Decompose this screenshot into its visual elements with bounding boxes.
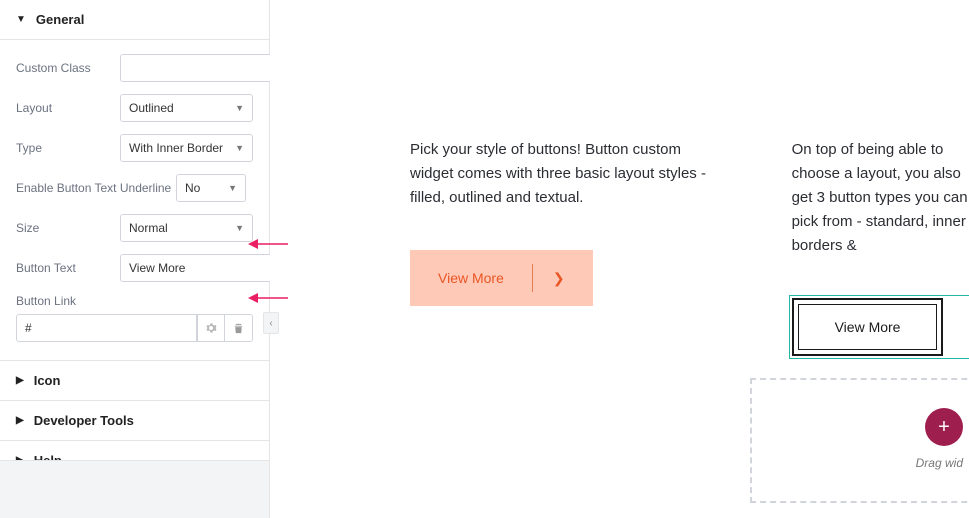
chevron-right-icon: ▶	[16, 415, 24, 426]
sidebar-footer	[0, 460, 269, 518]
chevron-left-icon: ‹	[269, 318, 272, 329]
label-size: Size	[16, 221, 120, 235]
button-preview-filled[interactable]: View More ❯	[410, 250, 593, 306]
preview-column-2: On top of being able to choose a layout,…	[792, 138, 969, 356]
chevron-right-icon: ▶	[16, 375, 24, 386]
general-panel: Custom Class Layout Outlined ▼ Type	[0, 40, 269, 360]
select-layout[interactable]: Outlined ▼	[120, 94, 253, 122]
accordion-developer-tools[interactable]: ▶ Developer Tools	[0, 401, 269, 441]
field-layout: Layout Outlined ▼	[16, 94, 253, 122]
divider	[532, 264, 533, 292]
chevron-down-icon: ▼	[16, 14, 26, 25]
collapse-sidebar-button[interactable]: ‹	[263, 312, 279, 334]
chevron-down-icon: ▼	[228, 183, 237, 193]
button-preview-outlined[interactable]: View More	[792, 298, 944, 356]
field-type: Type With Inner Border ▼	[16, 134, 253, 162]
accordion-label: Icon	[34, 373, 61, 388]
field-button-text: Button Text	[16, 254, 253, 282]
chevron-down-icon: ▼	[235, 223, 244, 233]
field-custom-class: Custom Class	[16, 54, 253, 82]
preview-column-1: Pick your style of buttons! Button custo…	[410, 138, 712, 356]
reset-icon[interactable]	[225, 314, 253, 342]
accordion-label: Developer Tools	[34, 413, 134, 428]
label-custom-class: Custom Class	[16, 61, 120, 75]
label-layout: Layout	[16, 101, 120, 115]
chevron-down-icon: ▼	[235, 103, 244, 113]
input-button-text[interactable]	[120, 254, 292, 282]
label-enable-underline: Enable Button Text Underline	[16, 181, 176, 195]
select-size[interactable]: Normal ▼	[120, 214, 253, 242]
accordion-icon[interactable]: ▶ Icon	[0, 360, 269, 401]
label-button-text: Button Text	[16, 261, 120, 275]
gear-icon[interactable]	[197, 314, 225, 342]
settings-sidebar: ▼ General Custom Class Layout Outlined ▼	[0, 0, 270, 518]
input-button-link[interactable]	[16, 314, 197, 342]
description-text: On top of being able to choose a layout,…	[792, 138, 969, 258]
chevron-down-icon: ▼	[235, 143, 244, 153]
label-type: Type	[16, 141, 120, 155]
button-label: View More	[835, 319, 901, 335]
field-size: Size Normal ▼	[16, 214, 253, 242]
plus-icon: +	[938, 416, 950, 439]
accordion-label: General	[36, 12, 84, 27]
field-enable-underline: Enable Button Text Underline No ▼	[16, 174, 253, 202]
button-label: View More	[438, 270, 504, 286]
add-widget-button[interactable]: +	[925, 408, 963, 446]
accordion-general[interactable]: ▼ General	[0, 0, 269, 40]
select-enable-underline[interactable]: No ▼	[176, 174, 246, 202]
drag-hint-text: Drag wid	[916, 456, 963, 470]
select-type[interactable]: With Inner Border ▼	[120, 134, 253, 162]
description-text: Pick your style of buttons! Button custo…	[410, 138, 712, 210]
label-button-link: Button Link	[16, 294, 253, 308]
field-button-link: Button Link	[16, 294, 253, 342]
chevron-right-icon: ❯	[553, 270, 565, 287]
preview-canvas: Pick your style of buttons! Button custo…	[270, 0, 969, 518]
input-custom-class[interactable]	[120, 54, 292, 82]
